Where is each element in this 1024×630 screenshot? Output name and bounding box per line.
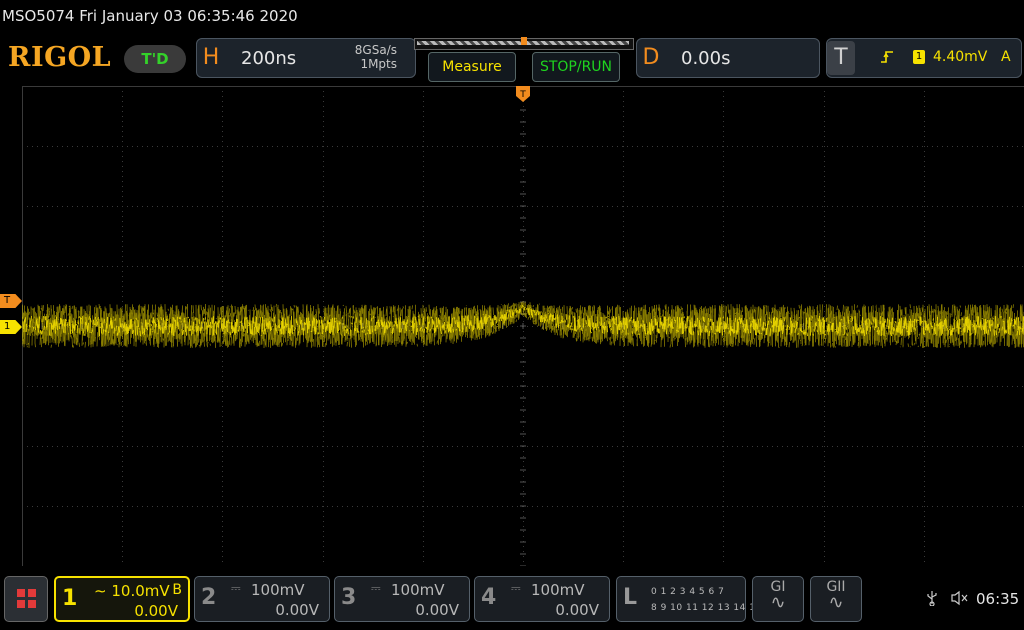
menu-grid-icon-cell <box>17 600 25 608</box>
title-bar: MSO5074 Fri January 03 06:35:46 2020 <box>0 0 1024 34</box>
menu-grid-icon-cell <box>28 589 36 597</box>
generator2-button[interactable]: GII ∿ <box>810 576 862 622</box>
speaker-muted-icon[interactable] <box>950 590 970 610</box>
stop-run-button[interactable]: STOP/RUN <box>532 52 620 82</box>
delay-panel[interactable]: D 0.00s <box>636 38 820 78</box>
channel3-number: 3 <box>341 585 357 610</box>
channel1-scale-value: 10.0mV <box>111 582 170 600</box>
dc-coupling-icon: ⎓ <box>231 581 241 595</box>
main-menu-button[interactable] <box>4 576 48 622</box>
logic-analyzer-panel[interactable]: L 0 1 2 3 4 5 6 7 8 9 10 11 12 13 14 15 <box>616 576 761 622</box>
horizontal-panel[interactable]: H 200ns 8GSa/s 1Mpts <box>196 38 416 78</box>
channel1-marker-label: 1 <box>4 321 11 332</box>
ac-coupling-icon: ∼ <box>94 582 107 600</box>
channel4-number: 4 <box>481 585 497 610</box>
footer-bar: 1 ∼ 10.0mV B 0.00V 2 ⎓ 100mV 0.00V 3 ⎓ 1… <box>0 574 1024 630</box>
memory-position-marker <box>521 37 527 45</box>
channel1-offset: 0.00V <box>134 602 178 620</box>
logic-channels-row1: 0 1 2 3 4 5 6 7 <box>651 587 725 597</box>
trigger-level-marker[interactable]: T <box>0 294 22 308</box>
trigger-level: 4.40mV <box>933 49 988 65</box>
horizontal-letter: H <box>202 45 220 70</box>
memory-position-bar <box>414 37 634 50</box>
channel2-number: 2 <box>201 585 217 610</box>
channel2-offset: 0.00V <box>275 601 319 619</box>
dc-coupling-icon: ⎓ <box>511 581 521 595</box>
sample-rate: 8GSa/s <box>354 43 397 57</box>
channel4-scale: 100mV <box>531 581 585 599</box>
trigger-letter: T <box>827 41 855 75</box>
trigger-panel[interactable]: T 1 4.40mV A <box>826 38 1022 78</box>
delay-value: 0.00s <box>681 48 731 69</box>
logic-letter: L <box>623 585 638 610</box>
bandwidth-limit-badge: B <box>172 582 182 598</box>
trigger-mode: A <box>1001 49 1011 65</box>
menu-grid-icon-cell <box>28 600 36 608</box>
channel1-number: 1 <box>62 586 78 611</box>
channel4-offset: 0.00V <box>555 601 599 619</box>
run-state-badge: T'D <box>124 45 186 73</box>
channel1-offset-marker[interactable]: 1 <box>0 320 22 334</box>
trigger-position-label: T <box>519 90 526 100</box>
channel3-offset: 0.00V <box>415 601 459 619</box>
generator1-button[interactable]: GI ∿ <box>752 576 804 622</box>
channel1-panel[interactable]: 1 ∼ 10.0mV B 0.00V <box>54 576 190 622</box>
title-text: MSO5074 Fri January 03 06:35:46 2020 <box>2 7 298 25</box>
channel1-scale: ∼ 10.0mV <box>94 582 170 600</box>
sine-wave-icon: ∿ <box>770 592 786 613</box>
measure-button[interactable]: Measure <box>428 52 516 82</box>
sine-wave-icon: ∿ <box>828 592 844 613</box>
rigol-logo: RIGOL <box>8 42 112 73</box>
channel4-panel[interactable]: 4 ⎓ 100mV 0.00V <box>474 576 610 622</box>
rising-edge-icon <box>879 49 895 69</box>
trigger-level-marker-label: T <box>4 295 11 306</box>
channel2-panel[interactable]: 2 ⎓ 100mV 0.00V <box>194 576 330 622</box>
trigger-channel-badge: 1 <box>913 50 925 64</box>
system-clock: 06:35 <box>976 590 1020 608</box>
memory-depth: 1Mpts <box>360 57 397 71</box>
logic-channels-row2: 8 9 10 11 12 13 14 15 <box>651 603 762 613</box>
waveform-display[interactable]: T <box>22 86 1024 566</box>
channel2-scale: 100mV <box>251 581 305 599</box>
dc-coupling-icon: ⎓ <box>371 581 381 595</box>
usb-icon <box>926 590 938 610</box>
delay-letter: D <box>642 45 660 70</box>
menu-grid-icon <box>17 589 25 597</box>
channel3-scale: 100mV <box>391 581 445 599</box>
channel3-panel[interactable]: 3 ⎓ 100mV 0.00V <box>334 576 470 622</box>
timebase-value: 200ns <box>241 48 297 69</box>
